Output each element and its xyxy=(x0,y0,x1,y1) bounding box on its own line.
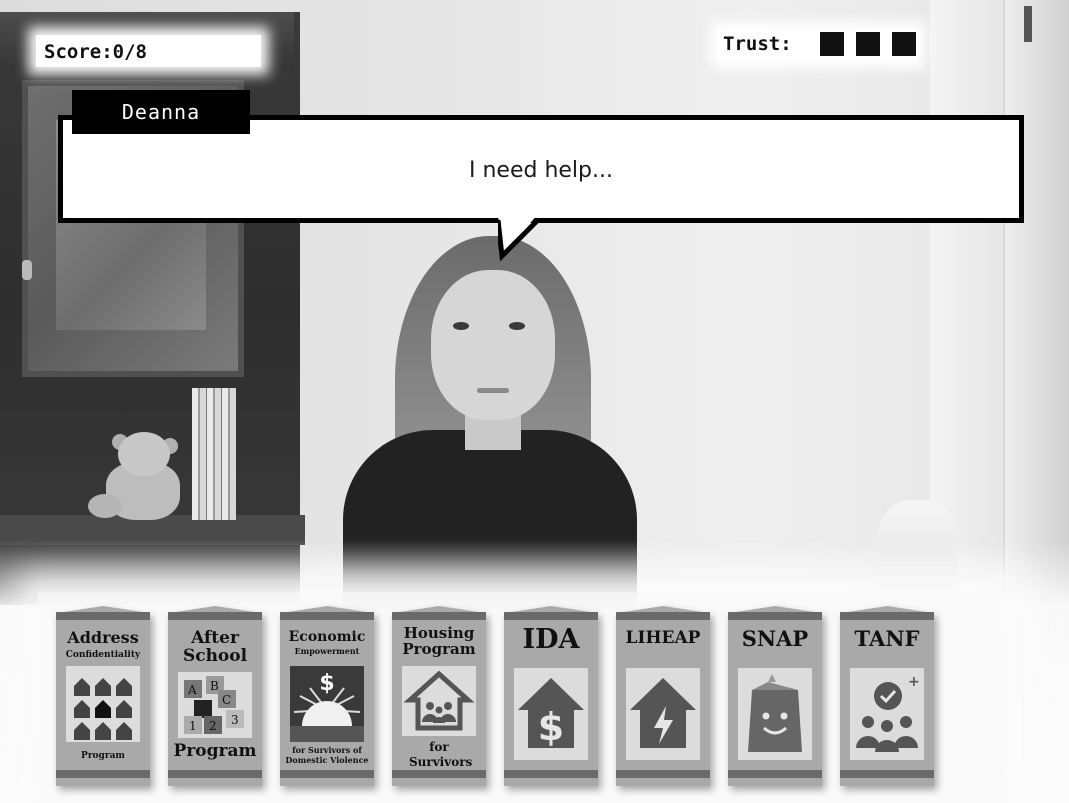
brochure-subtitle: Empowerment xyxy=(294,646,360,656)
svg-text:C: C xyxy=(222,693,231,707)
dialogue-text: I need help... xyxy=(469,158,613,183)
grocery-bag-icon xyxy=(738,668,812,760)
brochure-housing-program[interactable]: Housing Program for Survivors xyxy=(392,606,486,786)
svg-text:1: 1 xyxy=(189,719,197,733)
brochure-after-school[interactable]: After School A B C 1 2 3 Program xyxy=(168,606,262,786)
svg-text:2: 2 xyxy=(209,719,217,733)
brochure-footer: Program xyxy=(81,751,125,761)
brochure-subtitle: Confidentiality xyxy=(65,650,141,660)
svg-text:+: + xyxy=(908,674,920,690)
score-panel: Score:0/8 xyxy=(36,35,261,67)
brochure-title: Economic xyxy=(288,629,366,645)
svg-text:3: 3 xyxy=(231,713,239,727)
speaker-name-tag: Deanna xyxy=(72,90,250,134)
trust-cell xyxy=(820,32,844,56)
brochure-title: After School xyxy=(182,628,248,666)
brochure-liheap[interactable]: LIHEAP xyxy=(616,606,710,786)
brochure-title: IDA xyxy=(522,624,580,655)
brochure-footer: for Survivors of Domestic Violence xyxy=(285,745,369,765)
teddy-bear xyxy=(88,432,194,524)
brochure-address-confidentiality[interactable]: Address Confidentiality Program xyxy=(56,606,150,786)
books xyxy=(192,388,236,520)
brochure-economic-empowerment[interactable]: Economic Empowerment $ for Survivors of … xyxy=(280,606,374,786)
trust-panel: Trust: xyxy=(718,29,918,61)
trust-cell xyxy=(856,32,880,56)
brochure-title: LIHEAP xyxy=(625,628,701,648)
brochure-title: Housing Program xyxy=(402,624,476,658)
brochure-ida[interactable]: IDA $ xyxy=(504,606,598,786)
speaker-name: Deanna xyxy=(121,100,201,124)
brochure-tanf[interactable]: TANF + xyxy=(840,606,934,786)
trust-label: Trust: xyxy=(723,33,792,55)
cabinet-knob xyxy=(22,260,32,280)
svg-text:$: $ xyxy=(538,705,564,749)
svg-text:B: B xyxy=(210,679,219,693)
houses-grid-icon xyxy=(66,666,140,742)
brochure-rack: Address Confidentiality Program After Sc… xyxy=(56,606,946,788)
family-check-icon: + xyxy=(850,668,924,760)
brochure-footer: for Survivors xyxy=(409,740,473,769)
score-text: Score:0/8 xyxy=(44,41,147,63)
dollar-sunrise-icon: $ xyxy=(290,666,364,742)
brochure-title: TANF xyxy=(854,626,920,651)
svg-text:A: A xyxy=(187,683,197,697)
brochure-snap[interactable]: SNAP xyxy=(728,606,822,786)
door-hinge xyxy=(1024,6,1032,42)
trust-cell xyxy=(892,32,916,56)
brochure-title: SNAP xyxy=(741,626,809,651)
brochure-title: Address xyxy=(67,628,139,647)
house-family-icon xyxy=(402,666,476,736)
abc-blocks-icon: A B C 1 2 3 xyxy=(178,672,252,738)
svg-text:$: $ xyxy=(319,671,334,696)
brochure-footer: Program xyxy=(173,741,257,761)
house-lightning-icon xyxy=(626,668,700,760)
house-dollar-icon: $ xyxy=(514,668,588,760)
